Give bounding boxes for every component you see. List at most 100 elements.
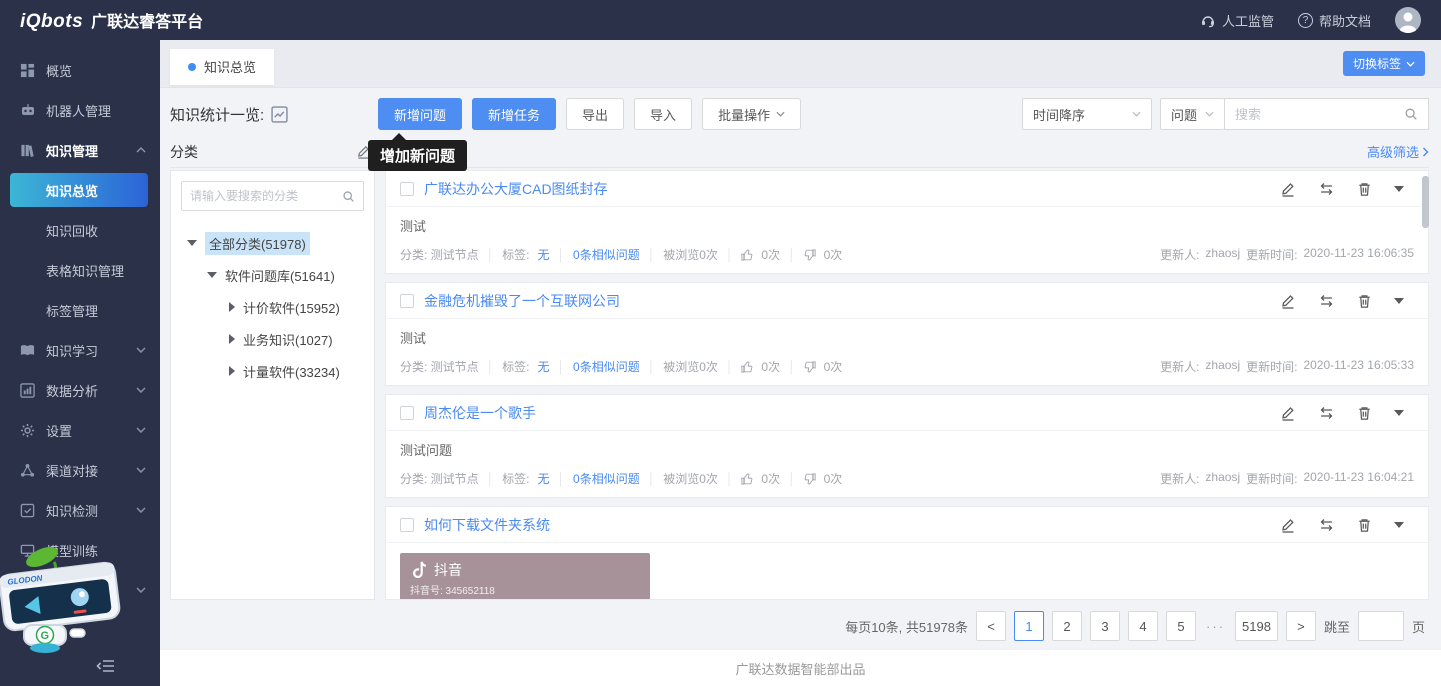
sidebar-subitem-knowledge-recycle[interactable]: 知识回收: [0, 210, 160, 250]
item-title-link[interactable]: 广联达办公大厦CAD图纸封存: [424, 179, 608, 199]
item-checkbox[interactable]: [400, 182, 414, 196]
tree-node-software-issues[interactable]: 软件问题库(51641): [181, 259, 364, 291]
share-nodes-icon: [20, 463, 36, 478]
tree-node-business-knowledge[interactable]: 业务知识(1027): [181, 323, 364, 355]
edit-icon[interactable]: [1280, 517, 1296, 533]
page-button-5[interactable]: 5: [1166, 611, 1196, 641]
tab-active-dot-icon: [188, 63, 196, 71]
item-title-link[interactable]: 如何下载文件夹系统: [424, 515, 550, 535]
batch-operations-label: 批量操作: [718, 105, 770, 124]
search-input[interactable]: [1235, 107, 1398, 122]
tree-node-label: 计价软件(15952): [243, 298, 340, 317]
avatar[interactable]: [1395, 7, 1421, 33]
tree-node-all[interactable]: 全部分类(51978): [181, 227, 364, 259]
help-docs-link[interactable]: ? 帮助文档: [1298, 11, 1371, 30]
sidebar-subitem-tag-management[interactable]: 标签管理: [0, 290, 160, 330]
item-similar-link[interactable]: 0条相似问题: [573, 470, 640, 487]
import-button[interactable]: 导入: [634, 98, 692, 130]
sidebar-subitem-knowledge-overview[interactable]: 知识总览: [10, 173, 148, 207]
tree-node-measurement-software[interactable]: 计量软件(33234): [181, 355, 364, 387]
tab-knowledge-overview[interactable]: 知识总览: [170, 49, 274, 85]
page-button-2[interactable]: 2: [1052, 611, 1082, 641]
caret-collapsed-icon[interactable]: [229, 366, 235, 376]
item-tag-label: 标签:: [502, 470, 529, 487]
edit-icon[interactable]: [1280, 181, 1296, 197]
sidebar-item-label: 机器人管理: [46, 101, 111, 120]
item-likes: 0次: [761, 246, 780, 263]
item-title-link[interactable]: 周杰伦是一个歌手: [424, 403, 536, 423]
edit-icon[interactable]: [1280, 293, 1296, 309]
prev-page-button[interactable]: <: [976, 611, 1006, 641]
tree-node-pricing-software[interactable]: 计价软件(15952): [181, 291, 364, 323]
sidebar-item-channel-integration[interactable]: 渠道对接: [0, 450, 160, 490]
sort-order-value: 时间降序: [1033, 105, 1085, 124]
sort-order-select[interactable]: 时间降序: [1022, 98, 1152, 130]
manual-supervision-link[interactable]: 人工监管: [1200, 11, 1274, 30]
item-similar-link[interactable]: 0条相似问题: [573, 358, 640, 375]
add-question-button[interactable]: 新增问题: [378, 98, 462, 130]
item-similar-link[interactable]: 0条相似问题: [573, 246, 640, 263]
item-title-link[interactable]: 金融危机摧毁了一个互联网公司: [424, 291, 620, 311]
page-button-3[interactable]: 3: [1090, 611, 1120, 641]
list-scrollbar-thumb[interactable]: [1422, 176, 1429, 228]
sidebar-item-knowledge-learning[interactable]: 知识学习: [0, 330, 160, 370]
search-icon[interactable]: [342, 190, 355, 203]
douyin-thumbnail[interactable]: 抖音 抖音号: 345652118: [400, 553, 650, 600]
trash-icon[interactable]: [1357, 293, 1372, 309]
thumbs-down-icon[interactable]: [804, 473, 816, 485]
item-checkbox[interactable]: [400, 406, 414, 420]
expand-caret-icon[interactable]: [1394, 298, 1404, 304]
export-button[interactable]: 导出: [566, 98, 624, 130]
item-checkbox[interactable]: [400, 518, 414, 532]
transfer-icon[interactable]: [1318, 405, 1335, 421]
next-page-button[interactable]: >: [1286, 611, 1316, 641]
batch-operations-button[interactable]: 批量操作: [702, 98, 801, 130]
add-task-button[interactable]: 新增任务: [472, 98, 556, 130]
jump-page-input[interactable]: [1358, 611, 1404, 641]
thumbs-up-icon[interactable]: [741, 249, 753, 261]
thumbs-down-icon[interactable]: [804, 249, 816, 261]
transfer-icon[interactable]: [1318, 517, 1335, 533]
page-button-last[interactable]: 5198: [1235, 611, 1278, 641]
transfer-icon[interactable]: [1318, 293, 1335, 309]
expand-caret-icon[interactable]: [1394, 186, 1404, 192]
expand-caret-icon[interactable]: [1394, 522, 1404, 528]
collapse-sidebar-icon[interactable]: [96, 658, 116, 674]
sidebar-item-data-analysis[interactable]: 数据分析: [0, 370, 160, 410]
sidebar-item-knowledge-testing[interactable]: 知识检测: [0, 490, 160, 530]
switch-tags-button[interactable]: 切换标签: [1343, 51, 1425, 76]
thumbs-down-icon[interactable]: [804, 361, 816, 373]
sidebar-item-settings[interactable]: 设置: [0, 410, 160, 450]
trash-icon[interactable]: [1357, 181, 1372, 197]
category-search-input[interactable]: [190, 189, 338, 203]
trash-icon[interactable]: [1357, 405, 1372, 421]
sidebar-item-model-training[interactable]: 模型训练: [0, 530, 160, 570]
sidebar-item-robot-management[interactable]: 机器人管理: [0, 90, 160, 130]
caret-collapsed-icon[interactable]: [229, 302, 235, 312]
thumbs-up-icon[interactable]: [741, 361, 753, 373]
caret-expanded-icon[interactable]: [187, 240, 197, 246]
edit-icon[interactable]: [1280, 405, 1296, 421]
advanced-filter-link[interactable]: 高级筛选: [385, 136, 1429, 168]
search-field-select[interactable]: 问题: [1160, 98, 1224, 130]
page-button-1[interactable]: 1: [1014, 611, 1044, 641]
toolbar: 知识统计一览: 新增问题 新增任务 导出 导入 批量操作 时间降序: [170, 98, 1429, 130]
item-tag-link[interactable]: 无: [538, 470, 550, 487]
page-button-4[interactable]: 4: [1128, 611, 1158, 641]
item-tag-link[interactable]: 无: [538, 246, 550, 263]
expand-caret-icon[interactable]: [1394, 410, 1404, 416]
item-checkbox[interactable]: [400, 294, 414, 308]
transfer-icon[interactable]: [1318, 181, 1335, 197]
thumbs-up-icon[interactable]: [741, 473, 753, 485]
caret-expanded-icon[interactable]: [207, 272, 217, 278]
sidebar-item-knowledge-management[interactable]: 知识管理: [0, 130, 160, 170]
trash-icon[interactable]: [1357, 517, 1372, 533]
item-tag-link[interactable]: 无: [538, 358, 550, 375]
caret-collapsed-icon[interactable]: [229, 334, 235, 344]
tab-label: 知识总览: [204, 57, 256, 76]
line-chart-icon[interactable]: [271, 106, 288, 123]
sidebar-subitem-table-knowledge[interactable]: 表格知识管理: [0, 250, 160, 290]
sidebar-item-personnel-management[interactable]: 人员管理: [0, 570, 160, 610]
sidebar-item-overview[interactable]: 概览: [0, 50, 160, 90]
search-icon[interactable]: [1404, 107, 1418, 121]
